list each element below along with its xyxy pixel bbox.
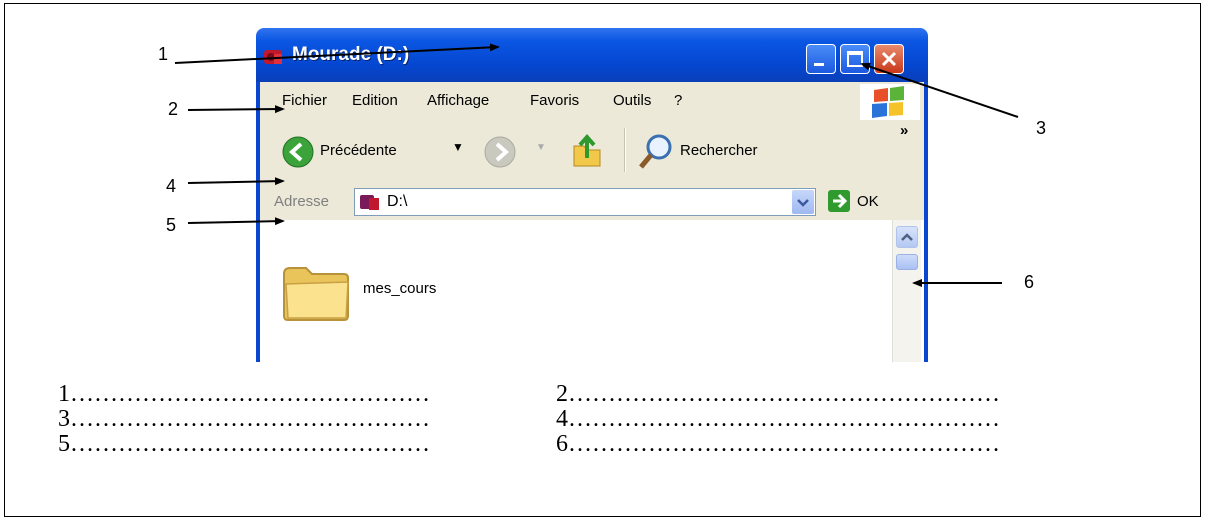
callout-6: 6 xyxy=(1024,272,1035,292)
answer-line-6[interactable]: 6……………………………………………… xyxy=(556,431,1000,457)
answer-line-3[interactable]: 3……………………………………… xyxy=(58,407,556,432)
arrow-4 xyxy=(187,177,285,186)
callout-4: 4 xyxy=(166,176,177,196)
answer-lines: 1……………………………………… 2……………………………………………… 3………… xyxy=(58,382,1000,457)
answer-row: 5……………………………………… 6……………………………………………… xyxy=(58,432,1000,457)
answer-row: 3……………………………………… 4……………………………………………… xyxy=(58,407,1000,432)
arrow-2 xyxy=(187,105,285,114)
answer-row: 1……………………………………… 2……………………………………………… xyxy=(58,382,1000,407)
arrow-3 xyxy=(860,62,1019,118)
callout-1: 1 xyxy=(158,44,169,64)
answer-line-2[interactable]: 2……………………………………………… xyxy=(556,381,1000,407)
arrow-1 xyxy=(174,43,500,64)
callout-2: 2 xyxy=(168,99,179,119)
callout-5: 5 xyxy=(166,215,177,235)
answer-line-4[interactable]: 4……………………………………………… xyxy=(556,406,1000,432)
callout-3: 3 xyxy=(1036,118,1047,138)
arrow-5 xyxy=(187,217,285,226)
answer-line-5[interactable]: 5……………………………………… xyxy=(58,432,556,457)
answer-line-1[interactable]: 1……………………………………… xyxy=(58,382,556,407)
